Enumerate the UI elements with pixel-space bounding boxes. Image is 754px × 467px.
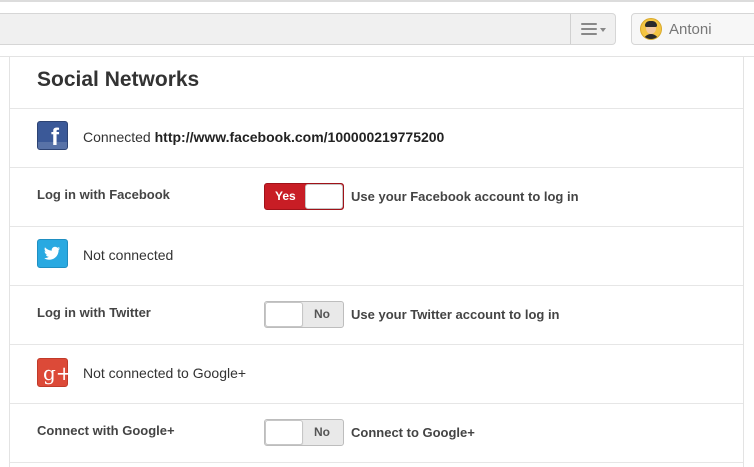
row-divider [10,167,743,168]
row-divider [10,226,743,227]
toggle-knob [305,184,343,209]
user-name: Antoni [669,20,712,38]
toggle-value: Yes [275,189,296,203]
google-connect-description: Connect to Google+ [351,425,475,440]
user-menu[interactable]: Antoni [631,13,754,45]
google-connect-toggle[interactable]: No [264,419,344,446]
row-divider [10,403,743,404]
twitter-status: Not connected [83,247,174,263]
facebook-profile-link[interactable]: http://www.facebook.com/100000219775200 [155,129,445,145]
google-plus-icon: g+ [37,358,73,387]
chevron-down-icon [599,27,606,32]
row-divider [10,462,743,463]
avatar [640,18,662,40]
twitter-login-label: Log in with Twitter [37,305,151,320]
toggle-value: No [314,425,330,439]
twitter-icon [37,239,68,268]
row-divider [10,285,743,286]
facebook-login-toggle[interactable]: Yes [264,183,344,210]
google-connect-label: Connect with Google+ [37,423,175,438]
facebook-icon: f [37,121,68,150]
toggle-knob [265,302,303,327]
row-divider [10,344,743,345]
facebook-login-label: Log in with Facebook [37,187,170,202]
google-status: Not connected to Google+ [83,365,247,381]
twitter-login-description: Use your Twitter account to log in [351,307,560,322]
social-networks-panel: Social Networks f Connected http://www.f… [9,57,744,467]
twitter-login-toggle[interactable]: No [264,301,344,328]
toolbar [0,13,616,45]
toggle-knob [265,420,303,445]
toggle-value: No [314,307,330,321]
top-border [0,0,754,2]
hamburger-icon [580,23,597,35]
row-divider [10,108,743,109]
menu-button[interactable] [571,14,615,44]
facebook-status-prefix: Connected [83,129,151,145]
page-title: Social Networks [37,68,200,91]
facebook-status: Connected http://www.facebook.com/100000… [83,129,444,145]
facebook-login-description: Use your Facebook account to log in [351,189,579,204]
